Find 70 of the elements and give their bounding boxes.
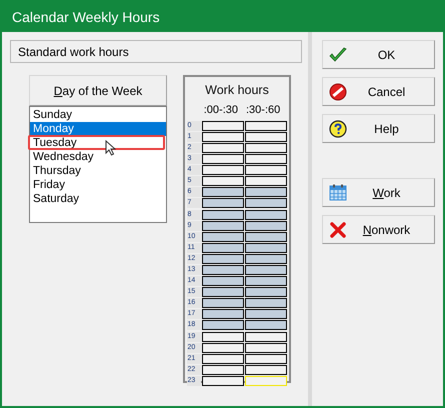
day-list-item[interactable]: Thursday	[30, 164, 166, 178]
ok-button[interactable]: OK	[322, 40, 435, 69]
time-slot[interactable]	[244, 309, 286, 320]
time-slot[interactable]	[202, 132, 244, 142]
time-slot[interactable]	[244, 198, 286, 208]
time-slot[interactable]	[244, 220, 286, 231]
time-slot[interactable]	[244, 187, 286, 198]
calendar-icon	[329, 184, 347, 201]
time-slot[interactable]	[244, 154, 286, 164]
time-slot[interactable]	[202, 220, 244, 231]
time-slot[interactable]	[202, 354, 244, 364]
day-list-item[interactable]: Wednesday	[30, 150, 166, 164]
no-entry-icon	[329, 82, 347, 100]
time-slot[interactable]	[202, 120, 244, 131]
time-slot[interactable]	[202, 287, 244, 298]
day-list-item[interactable]: Sunday	[30, 108, 166, 122]
section-header: Standard work hours	[10, 40, 302, 63]
time-slot[interactable]	[202, 265, 244, 276]
panel-title: Work hours	[205, 82, 269, 99]
time-slot[interactable]	[202, 187, 244, 198]
work-button[interactable]: Work	[322, 178, 435, 207]
time-slot[interactable]	[202, 198, 244, 208]
time-slot[interactable]	[202, 276, 244, 286]
checkmark-icon	[329, 46, 347, 62]
time-slot[interactable]	[202, 176, 244, 186]
cancel-button[interactable]: Cancel	[322, 77, 435, 106]
day-list-item[interactable]: Friday	[30, 178, 166, 192]
time-slot[interactable]	[244, 298, 286, 308]
time-slot[interactable]	[244, 120, 286, 131]
time-slot[interactable]	[244, 132, 286, 142]
time-slot[interactable]	[202, 332, 244, 342]
time-slot[interactable]	[244, 165, 286, 176]
time-slot[interactable]	[244, 276, 286, 286]
cross-icon	[330, 222, 346, 238]
time-slot[interactable]	[244, 332, 286, 342]
question-icon	[329, 120, 347, 138]
time-slot[interactable]	[244, 210, 286, 220]
day-list-item[interactable]: Saturday	[30, 192, 166, 206]
time-slot[interactable]	[202, 320, 244, 330]
time-slot[interactable]	[202, 242, 244, 253]
time-slot[interactable]	[244, 287, 286, 298]
time-slot[interactable]	[202, 364, 244, 375]
nonwork-button[interactable]: Nonwork	[322, 215, 435, 244]
time-slot[interactable]	[202, 142, 244, 153]
time-slot[interactable]	[244, 232, 286, 242]
column-header: :00-:30	[204, 102, 238, 118]
time-slot[interactable]	[202, 309, 244, 320]
cursor-icon	[105, 140, 116, 156]
time-slot[interactable]	[244, 254, 286, 264]
time-slot[interactable]	[202, 210, 244, 220]
window-title: Calendar Weekly Hours	[11, 8, 161, 27]
time-slot[interactable]	[202, 232, 244, 242]
time-slot[interactable]	[202, 342, 244, 353]
time-slot[interactable]	[202, 254, 244, 264]
time-slot[interactable]	[244, 354, 286, 364]
time-slot[interactable]	[202, 165, 244, 176]
column-header: :30-:60	[246, 102, 280, 118]
time-slot[interactable]	[244, 364, 286, 375]
day-list-item[interactable]: Monday	[30, 122, 166, 136]
time-slot[interactable]	[244, 342, 286, 353]
time-slot[interactable]	[244, 142, 286, 153]
time-slot[interactable]	[244, 265, 286, 276]
time-slot[interactable]	[244, 242, 286, 253]
time-slot[interactable]	[244, 176, 286, 186]
time-slot[interactable]	[202, 376, 244, 386]
time-slot[interactable]	[202, 154, 244, 164]
time-slot[interactable]	[244, 320, 286, 330]
column-header-button[interactable]: Day of the Week	[29, 75, 167, 106]
time-slot[interactable]	[202, 298, 244, 308]
help-button[interactable]: Help	[322, 114, 435, 143]
